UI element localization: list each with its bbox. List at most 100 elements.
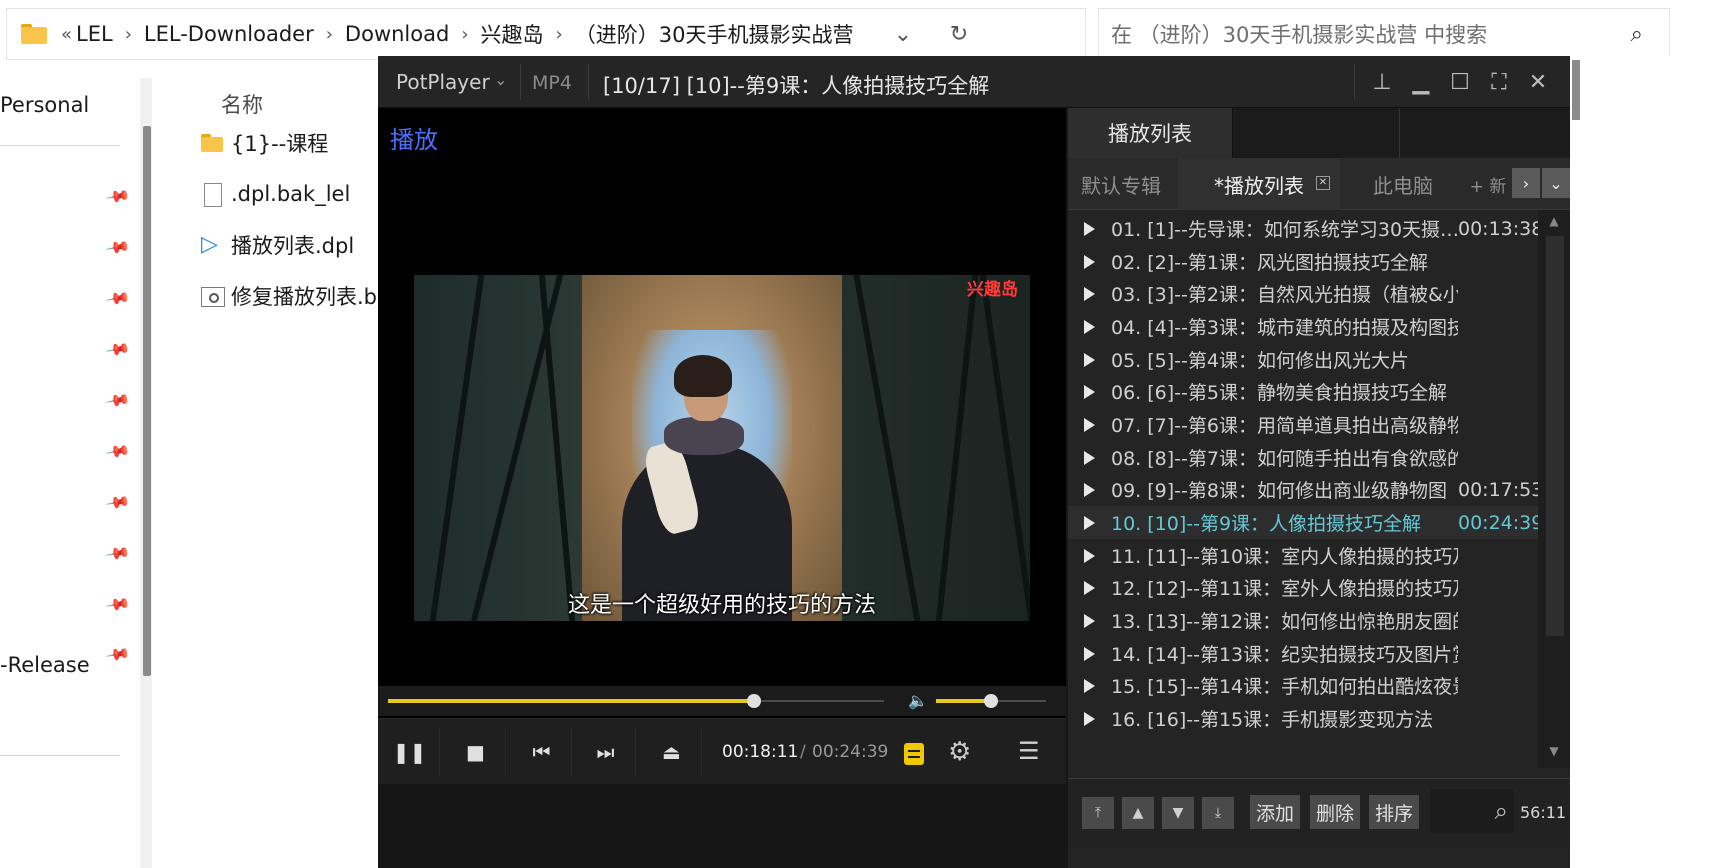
- search-placeholder[interactable]: 在 （进阶）30天手机摄影实战营 中搜索: [1111, 19, 1487, 49]
- playlist-item[interactable]: 09. [9]--第8课：如何修出商业级静物图 00:17:53: [1068, 473, 1538, 506]
- playlist-item[interactable]: 04. [4]--第3课：城市建筑的拍摄及构图技巧: [1068, 310, 1538, 343]
- breadcrumb-item[interactable]: LEL: [76, 22, 113, 46]
- seek-bar[interactable]: [388, 694, 884, 708]
- move-down-icon[interactable]: ▼: [1162, 797, 1194, 829]
- pin-icon[interactable]: 📌: [104, 540, 131, 567]
- breadcrumb-overflow[interactable]: «: [61, 24, 72, 45]
- playlist-scrollbar[interactable]: ▲ ▼: [1538, 210, 1570, 768]
- playlist-item[interactable]: 02. [2]--第1课：风光图拍摄技巧全解: [1068, 245, 1538, 278]
- column-header-name[interactable]: 名称: [221, 89, 263, 119]
- scroll-up-icon[interactable]: ▲: [1538, 214, 1570, 234]
- chevron-right-icon[interactable]: ›: [461, 24, 468, 45]
- seek-progress: [388, 699, 755, 703]
- file-row[interactable]: {1}--课程: [201, 125, 328, 161]
- playlist-item[interactable]: 12. [12]--第11课：室外人像拍摄的技巧及应用: [1068, 571, 1538, 604]
- play-icon: [1084, 254, 1095, 269]
- close-tab-icon[interactable]: ✕: [1316, 176, 1330, 190]
- breadcrumb-item[interactable]: 兴趣岛: [481, 19, 544, 49]
- volume-slider[interactable]: [936, 694, 1046, 708]
- history-dropdown-icon[interactable]: ⌄: [883, 9, 923, 59]
- playlist-item[interactable]: 06. [6]--第5课：静物美食拍摄技巧全解: [1068, 375, 1538, 408]
- chevron-right-icon[interactable]: ›: [326, 24, 333, 45]
- scrollbar-thumb[interactable]: [143, 126, 151, 676]
- breadcrumb-item[interactable]: Download: [345, 22, 449, 46]
- address-bar[interactable]: « LEL › LEL-Downloader › Download › 兴趣岛 …: [6, 8, 1086, 60]
- chevron-down-icon[interactable]: ⌄: [1542, 168, 1570, 198]
- menu-icon[interactable]: ☰: [1018, 737, 1040, 765]
- video-area[interactable]: 播放 兴趣岛 这是一个超级好用的技巧的方法: [378, 108, 1066, 740]
- sort-button[interactable]: 排序: [1369, 795, 1420, 829]
- playlist-top-tabs: 播放列表: [1068, 108, 1570, 158]
- scrollbar-thumb[interactable]: [1572, 60, 1580, 120]
- chevron-right-icon[interactable]: ›: [1512, 168, 1540, 198]
- divider: [520, 64, 521, 100]
- play-icon: [1084, 678, 1095, 693]
- chevron-down-icon[interactable]: ⌄: [494, 70, 507, 89]
- search-icon[interactable]: ⌕: [1631, 22, 1643, 47]
- tab-playlist[interactable]: 播放列表: [1068, 108, 1233, 158]
- refresh-icon[interactable]: ↻: [939, 9, 979, 59]
- tab-new[interactable]: + 新: [1464, 158, 1512, 210]
- nav-item-personal[interactable]: Personal: [0, 93, 89, 117]
- pin-on-top-icon[interactable]: ⊥: [1362, 56, 1402, 108]
- playlist-item[interactable]: 11. [11]--第10课：室内人像拍摄的技巧及应用: [1068, 539, 1538, 572]
- playlist-item[interactable]: 16. [16]--第15课：手机摄影变现方法: [1068, 702, 1538, 735]
- playlist-item[interactable]: 01. [1]--先导课：如何系统学习30天摄… 00:13:38: [1068, 212, 1538, 245]
- file-row[interactable]: ▷ 播放列表.dpl: [201, 227, 354, 263]
- playlist-item-active[interactable]: 10. [10]--第9课：人像拍摄技巧全解 00:24:39: [1068, 506, 1538, 539]
- close-icon[interactable]: ✕: [1518, 56, 1558, 108]
- playlist-item[interactable]: 14. [14]--第13课：纪实拍摄技巧及图片赏析: [1068, 637, 1538, 670]
- eject-icon[interactable]: ⏏: [642, 727, 702, 777]
- fullscreen-icon[interactable]: ⛶: [1479, 56, 1519, 108]
- volume-handle[interactable]: [984, 694, 998, 708]
- playlist-item[interactable]: 08. [8]--第7课：如何随手拍出有食欲感的美食: [1068, 441, 1538, 474]
- gear-icon[interactable]: ⚙: [948, 737, 971, 767]
- file-row[interactable]: 修复播放列表.bat: [201, 278, 398, 314]
- tab-empty[interactable]: [1234, 108, 1400, 158]
- move-bottom-icon[interactable]: ⤓: [1202, 797, 1234, 829]
- playlist-item[interactable]: 15. [15]--第14课：手机如何拍出酷炫夜景: [1068, 669, 1538, 702]
- breadcrumb-item[interactable]: LEL-Downloader: [144, 22, 314, 46]
- playlist-item[interactable]: 05. [5]--第4课：如何修出风光大片: [1068, 343, 1538, 376]
- pin-icon[interactable]: 📌: [104, 285, 131, 312]
- breadcrumb-item-current[interactable]: （进阶）30天手机摄影实战营: [575, 19, 854, 49]
- playlist-item[interactable]: 03. [3]--第2课：自然风光拍摄（植被&小花）: [1068, 277, 1538, 310]
- chevron-right-icon[interactable]: ›: [556, 24, 563, 45]
- player-logo-menu[interactable]: PotPlayer: [396, 70, 490, 94]
- pin-icon[interactable]: 📌: [104, 336, 131, 363]
- nav-item-release[interactable]: -Release: [0, 653, 90, 677]
- tab-default-album[interactable]: 默认专辑: [1068, 158, 1174, 210]
- playlist-item[interactable]: 07. [7]--第6课：用简单道具拍出高级静物作品: [1068, 408, 1538, 441]
- media-title: [10/17] [10]--第9课：人像拍摄技巧全解: [603, 74, 990, 98]
- maximize-icon[interactable]: ☐: [1440, 56, 1480, 108]
- chevron-right-icon[interactable]: ›: [125, 24, 132, 45]
- pin-icon[interactable]: 📌: [104, 234, 131, 261]
- search-box[interactable]: 在 （进阶）30天手机摄影实战营 中搜索 ⌕: [1098, 8, 1670, 60]
- pin-icon[interactable]: 📌: [104, 489, 131, 516]
- scroll-down-icon[interactable]: ▼: [1538, 744, 1570, 764]
- nav-scrollbar[interactable]: [140, 78, 152, 868]
- stop-icon[interactable]: ■: [446, 727, 506, 777]
- pin-icon[interactable]: 📌: [104, 591, 131, 618]
- pin-icon[interactable]: 📌: [104, 641, 131, 668]
- next-icon[interactable]: ⏭: [576, 727, 636, 777]
- pause-icon[interactable]: ❚❚: [380, 727, 440, 777]
- pin-icon[interactable]: 📌: [104, 183, 131, 210]
- scrollbar-thumb[interactable]: [1546, 236, 1564, 636]
- pin-icon[interactable]: 📌: [104, 387, 131, 414]
- subtitle-icon[interactable]: [904, 743, 924, 765]
- search-icon[interactable]: ⌕: [1430, 789, 1514, 833]
- speaker-icon[interactable]: 🔈: [908, 691, 928, 710]
- move-up-icon[interactable]: ▲: [1122, 797, 1154, 829]
- delete-button[interactable]: 删除: [1310, 795, 1361, 829]
- previous-icon[interactable]: ⏮: [512, 727, 572, 777]
- file-row[interactable]: .dpl.bak_lel: [201, 176, 350, 212]
- seek-handle[interactable]: [747, 694, 762, 708]
- move-top-icon[interactable]: ⤒: [1082, 797, 1114, 829]
- tab-this-pc[interactable]: 此电脑: [1348, 158, 1458, 210]
- player-title-bar[interactable]: PotPlayer ⌄ MP4 [10/17] [10]--第9课：人像拍摄技巧…: [378, 56, 1570, 108]
- add-button[interactable]: 添加: [1250, 795, 1301, 829]
- minimize-icon[interactable]: ▁: [1401, 56, 1441, 108]
- playlist-item[interactable]: 13. [13]--第12课：如何修出惊艳朋友圈的人像照: [1068, 604, 1538, 637]
- pin-icon[interactable]: 📌: [104, 438, 131, 465]
